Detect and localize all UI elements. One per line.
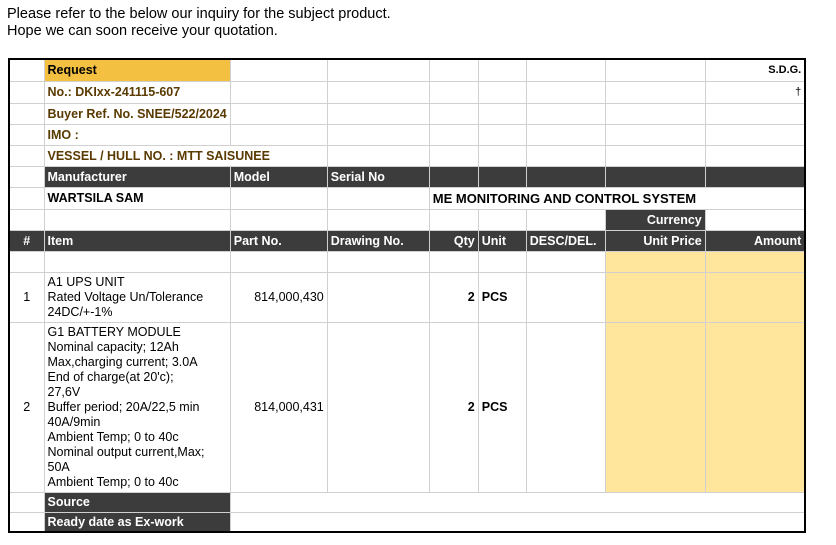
- ready-date-row: Ready date as Ex-work: [8, 511, 806, 533]
- vessel-row: VESSEL / HULL NO. : MTT SAISUNEE: [8, 144, 806, 167]
- buyer-ref-row: Buyer Ref. No. SNEE/522/2024: [8, 102, 806, 125]
- imo-label: IMO :: [43, 123, 231, 146]
- item-number: 1: [8, 271, 45, 323]
- manufacturer-header: Manufacturer: [43, 165, 231, 188]
- intro-line-2: Hope we can soon receive your quotation.: [7, 23, 278, 39]
- part-number: 814,000,430: [229, 271, 328, 323]
- sdg-label: S.D.G.: [704, 58, 806, 82]
- system-value: ME MONITORING AND CONTROL SYSTEM: [428, 186, 806, 210]
- col-amount: Amount: [704, 229, 806, 252]
- manufacturer-value: WARTSILA SAM: [43, 186, 231, 210]
- column-header-row: # Item Part No. Drawing No. Qty Unit DES…: [8, 229, 806, 252]
- col-desc: DESC/DEL.: [525, 229, 606, 252]
- inquiry-no-row: No.: DKIxx-241115-607 †: [8, 80, 806, 104]
- col-num: #: [8, 229, 45, 252]
- info-header-row: Manufacturer Model Serial No: [8, 165, 806, 188]
- col-part-no: Part No.: [229, 229, 328, 252]
- currency-row: Currency: [8, 208, 806, 231]
- unit: PCS: [477, 321, 527, 493]
- col-unit: Unit: [477, 229, 527, 252]
- col-qty: Qty: [428, 229, 479, 252]
- desc-del: [525, 321, 606, 493]
- unit: PCS: [477, 271, 527, 323]
- drawing-number: [326, 271, 430, 323]
- unit-price-cell[interactable]: [604, 321, 706, 493]
- spacer-row: [8, 250, 806, 273]
- intro-line-1: Please refer to the below our inquiry fo…: [7, 6, 391, 22]
- col-drawing-no: Drawing No.: [326, 229, 430, 252]
- request-row: Request S.D.G.: [8, 58, 806, 82]
- unit-price-cell[interactable]: [604, 271, 706, 323]
- table-row: 2 G1 BATTERY MODULE Nominal capacity; 12…: [8, 321, 806, 493]
- ready-date-label: Ready date as Ex-work: [43, 511, 231, 533]
- quantity: 2: [428, 271, 479, 323]
- intro-text: Please refer to the below our inquiry fo…: [7, 6, 391, 40]
- item-description: A1 UPS UNIT Rated Voltage Un/Tolerance 2…: [43, 271, 231, 323]
- inquiry-number: No.: DKIxx-241115-607: [43, 80, 231, 104]
- buyer-ref: Buyer Ref. No. SNEE/522/2024: [43, 102, 231, 125]
- request-label: Request: [43, 58, 231, 82]
- item-description: G1 BATTERY MODULE Nominal capacity; 12Ah…: [43, 321, 231, 493]
- serial-header: Serial No: [326, 165, 430, 188]
- inquiry-table: Request S.D.G. No.: DKIxx-241115-607 † B…: [8, 58, 807, 533]
- dagger-mark: †: [704, 80, 806, 104]
- part-number: 814,000,431: [229, 321, 328, 493]
- info-values-row: WARTSILA SAM ME MONITORING AND CONTROL S…: [8, 186, 806, 210]
- item-number: 2: [8, 321, 45, 493]
- drawing-number: [326, 321, 430, 493]
- source-row: Source: [8, 491, 806, 513]
- col-unit-price: Unit Price: [604, 229, 706, 252]
- desc-del: [525, 271, 606, 323]
- table-row: 1 A1 UPS UNIT Rated Voltage Un/Tolerance…: [8, 271, 806, 323]
- model-header: Model: [229, 165, 328, 188]
- source-label: Source: [43, 491, 231, 513]
- amount-cell[interactable]: [704, 321, 806, 493]
- amount-cell[interactable]: [704, 271, 806, 323]
- quantity: 2: [428, 321, 479, 493]
- source-value[interactable]: [229, 491, 806, 513]
- imo-row: IMO :: [8, 123, 806, 146]
- vessel-label: VESSEL / HULL NO. : MTT SAISUNEE: [43, 144, 328, 167]
- ready-date-value[interactable]: [229, 511, 806, 533]
- col-item: Item: [43, 229, 231, 252]
- currency-label: Currency: [604, 208, 706, 231]
